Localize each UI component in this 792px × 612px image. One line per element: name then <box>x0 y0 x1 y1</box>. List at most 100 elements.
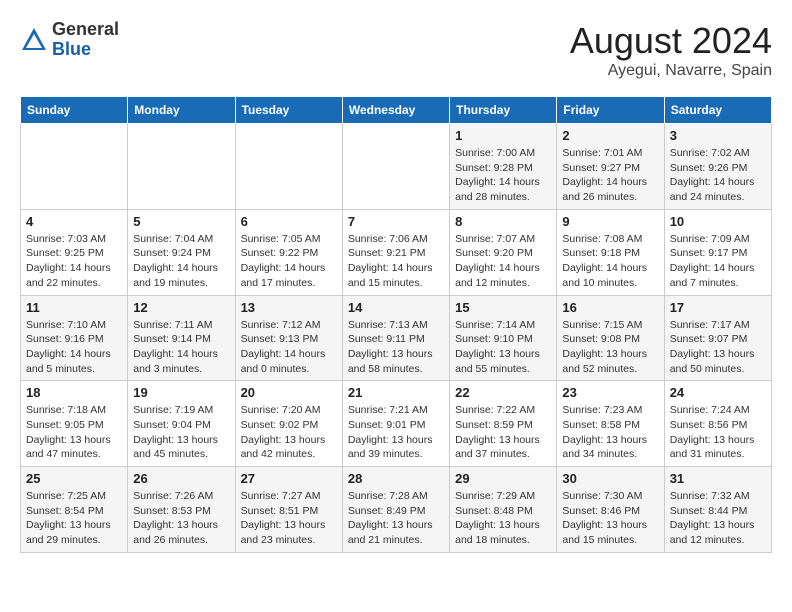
logo-blue: Blue <box>52 40 119 60</box>
day-number: 7 <box>348 214 444 229</box>
day-cell: 28 Sunrise: 7:28 AM Sunset: 8:49 PM Dayli… <box>342 467 449 553</box>
day-cell: 25 Sunrise: 7:25 AM Sunset: 8:54 PM Dayli… <box>21 467 128 553</box>
day-info: Sunrise: 7:03 AM Sunset: 9:25 PM Dayligh… <box>26 232 122 291</box>
header-cell-friday: Friday <box>557 97 664 124</box>
day-cell: 6Sunrise: 7:05 AM Sunset: 9:22 PM Daylig… <box>235 209 342 295</box>
day-cell: 23Sunrise: 7:23 AM Sunset: 8:58 PM Dayli… <box>557 381 664 467</box>
day-number: 19 <box>133 385 229 400</box>
day-info: Sunrise: 7:00 AM Sunset: 9:28 PM Dayligh… <box>455 146 551 205</box>
day-cell: 1 Sunrise: 7:00 AM Sunset: 9:28 PM Daylig… <box>450 124 557 210</box>
header-cell-thursday: Thursday <box>450 97 557 124</box>
day-cell: 4Sunrise: 7:03 AM Sunset: 9:25 PM Daylig… <box>21 209 128 295</box>
day-info: Sunrise: 7:18 AM Sunset: 9:05 PM Dayligh… <box>26 403 122 462</box>
day-info: Sunrise: 7:06 AM Sunset: 9:21 PM Dayligh… <box>348 232 444 291</box>
day-cell: 30 Sunrise: 7:30 AM Sunset: 8:46 PM Dayli… <box>557 467 664 553</box>
week-row-1: 4Sunrise: 7:03 AM Sunset: 9:25 PM Daylig… <box>21 209 772 295</box>
day-number: 8 <box>455 214 551 229</box>
month-year: August 2024 <box>570 20 772 62</box>
day-cell: 29Sunrise: 7:29 AM Sunset: 8:48 PM Dayli… <box>450 467 557 553</box>
header-cell-monday: Monday <box>128 97 235 124</box>
day-cell <box>342 124 449 210</box>
day-info: Sunrise: 7:20 AM Sunset: 9:02 PM Dayligh… <box>241 403 337 462</box>
day-cell: 31 Sunrise: 7:32 AM Sunset: 8:44 PM Dayli… <box>664 467 771 553</box>
day-cell: 8 Sunrise: 7:07 AM Sunset: 9:20 PM Daylig… <box>450 209 557 295</box>
day-info: Sunrise: 7:27 AM Sunset: 8:51 PM Dayligh… <box>241 489 337 548</box>
day-cell <box>128 124 235 210</box>
day-cell <box>21 124 128 210</box>
day-number: 13 <box>241 300 337 315</box>
day-info: Sunrise: 7:08 AM Sunset: 9:18 PM Dayligh… <box>562 232 658 291</box>
day-cell: 13 Sunrise: 7:12 AM Sunset: 9:13 PM Dayli… <box>235 295 342 381</box>
page-header: General Blue August 2024 Ayegui, Navarre… <box>20 20 772 80</box>
day-info: Sunrise: 7:04 AM Sunset: 9:24 PM Dayligh… <box>133 232 229 291</box>
day-cell: 19 Sunrise: 7:19 AM Sunset: 9:04 PM Dayli… <box>128 381 235 467</box>
day-cell: 2 Sunrise: 7:01 AM Sunset: 9:27 PM Daylig… <box>557 124 664 210</box>
calendar-body: 1 Sunrise: 7:00 AM Sunset: 9:28 PM Daylig… <box>21 124 772 553</box>
header-cell-sunday: Sunday <box>21 97 128 124</box>
day-info: Sunrise: 7:26 AM Sunset: 8:53 PM Dayligh… <box>133 489 229 548</box>
day-number: 18 <box>26 385 122 400</box>
day-number: 21 <box>348 385 444 400</box>
day-info: Sunrise: 7:11 AM Sunset: 9:14 PM Dayligh… <box>133 318 229 377</box>
day-number: 2 <box>562 128 658 143</box>
day-number: 25 <box>26 471 122 486</box>
day-info: Sunrise: 7:12 AM Sunset: 9:13 PM Dayligh… <box>241 318 337 377</box>
day-cell: 27 Sunrise: 7:27 AM Sunset: 8:51 PM Dayli… <box>235 467 342 553</box>
day-cell: 16Sunrise: 7:15 AM Sunset: 9:08 PM Dayli… <box>557 295 664 381</box>
day-info: Sunrise: 7:25 AM Sunset: 8:54 PM Dayligh… <box>26 489 122 548</box>
day-number: 9 <box>562 214 658 229</box>
day-cell: 10Sunrise: 7:09 AM Sunset: 9:17 PM Dayli… <box>664 209 771 295</box>
day-number: 15 <box>455 300 551 315</box>
day-number: 28 <box>348 471 444 486</box>
day-number: 14 <box>348 300 444 315</box>
day-info: Sunrise: 7:21 AM Sunset: 9:01 PM Dayligh… <box>348 403 444 462</box>
day-number: 12 <box>133 300 229 315</box>
day-info: Sunrise: 7:30 AM Sunset: 8:46 PM Dayligh… <box>562 489 658 548</box>
day-info: Sunrise: 7:17 AM Sunset: 9:07 PM Dayligh… <box>670 318 766 377</box>
header-cell-wednesday: Wednesday <box>342 97 449 124</box>
day-number: 1 <box>455 128 551 143</box>
header-cell-saturday: Saturday <box>664 97 771 124</box>
day-number: 29 <box>455 471 551 486</box>
day-number: 27 <box>241 471 337 486</box>
day-number: 5 <box>133 214 229 229</box>
day-number: 24 <box>670 385 766 400</box>
day-info: Sunrise: 7:28 AM Sunset: 8:49 PM Dayligh… <box>348 489 444 548</box>
header-row: SundayMondayTuesdayWednesdayThursdayFrid… <box>21 97 772 124</box>
day-cell: 22 Sunrise: 7:22 AM Sunset: 8:59 PM Dayli… <box>450 381 557 467</box>
day-info: Sunrise: 7:13 AM Sunset: 9:11 PM Dayligh… <box>348 318 444 377</box>
day-info: Sunrise: 7:32 AM Sunset: 8:44 PM Dayligh… <box>670 489 766 548</box>
day-number: 31 <box>670 471 766 486</box>
logo-icon <box>20 26 48 54</box>
day-cell: 3Sunrise: 7:02 AM Sunset: 9:26 PM Daylig… <box>664 124 771 210</box>
day-info: Sunrise: 7:09 AM Sunset: 9:17 PM Dayligh… <box>670 232 766 291</box>
logo-general: General <box>52 20 119 40</box>
day-number: 26 <box>133 471 229 486</box>
day-info: Sunrise: 7:14 AM Sunset: 9:10 PM Dayligh… <box>455 318 551 377</box>
day-info: Sunrise: 7:24 AM Sunset: 8:56 PM Dayligh… <box>670 403 766 462</box>
day-cell: 18 Sunrise: 7:18 AM Sunset: 9:05 PM Dayli… <box>21 381 128 467</box>
day-info: Sunrise: 7:01 AM Sunset: 9:27 PM Dayligh… <box>562 146 658 205</box>
day-cell: 15 Sunrise: 7:14 AM Sunset: 9:10 PM Dayli… <box>450 295 557 381</box>
day-number: 20 <box>241 385 337 400</box>
title-block: August 2024 Ayegui, Navarre, Spain <box>570 20 772 80</box>
day-number: 23 <box>562 385 658 400</box>
day-cell: 12 Sunrise: 7:11 AM Sunset: 9:14 PM Dayli… <box>128 295 235 381</box>
day-info: Sunrise: 7:19 AM Sunset: 9:04 PM Dayligh… <box>133 403 229 462</box>
day-number: 22 <box>455 385 551 400</box>
week-row-0: 1 Sunrise: 7:00 AM Sunset: 9:28 PM Daylig… <box>21 124 772 210</box>
location: Ayegui, Navarre, Spain <box>570 62 772 80</box>
header-cell-tuesday: Tuesday <box>235 97 342 124</box>
day-info: Sunrise: 7:10 AM Sunset: 9:16 PM Dayligh… <box>26 318 122 377</box>
day-info: Sunrise: 7:05 AM Sunset: 9:22 PM Dayligh… <box>241 232 337 291</box>
week-row-4: 25 Sunrise: 7:25 AM Sunset: 8:54 PM Dayli… <box>21 467 772 553</box>
day-number: 17 <box>670 300 766 315</box>
day-info: Sunrise: 7:22 AM Sunset: 8:59 PM Dayligh… <box>455 403 551 462</box>
week-row-3: 18 Sunrise: 7:18 AM Sunset: 9:05 PM Dayli… <box>21 381 772 467</box>
day-info: Sunrise: 7:07 AM Sunset: 9:20 PM Dayligh… <box>455 232 551 291</box>
day-number: 30 <box>562 471 658 486</box>
day-cell: 9 Sunrise: 7:08 AM Sunset: 9:18 PM Daylig… <box>557 209 664 295</box>
day-number: 3 <box>670 128 766 143</box>
day-cell: 7 Sunrise: 7:06 AM Sunset: 9:21 PM Daylig… <box>342 209 449 295</box>
day-cell: 20 Sunrise: 7:20 AM Sunset: 9:02 PM Dayli… <box>235 381 342 467</box>
